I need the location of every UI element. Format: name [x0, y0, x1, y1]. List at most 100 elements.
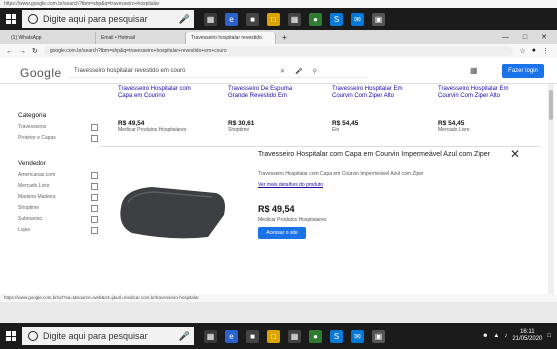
- product-store: Elo: [332, 127, 340, 133]
- start-button[interactable]: [0, 8, 22, 30]
- product-title[interactable]: Travesseiro Hospitalar Em Courvin Com Zi…: [332, 86, 414, 100]
- category-item[interactable]: Protetor e Capas: [18, 135, 98, 142]
- taskbar-bottom: Digite aqui para pesquisar 🎤 ▦ e ■ □ ▦ ●…: [0, 323, 557, 349]
- product-card[interactable]: Travesseiro De Espuma Grande Revestido E…: [228, 86, 310, 133]
- edge-icon[interactable]: e: [225, 12, 238, 26]
- seller-item[interactable]: Lojas: [18, 227, 98, 234]
- clock-date: 21/05/2020: [512, 336, 543, 342]
- address-bar: ← → ↻ google.com.br/search?tbm=shp&q=tra…: [0, 44, 557, 58]
- checkbox[interactable]: [91, 227, 98, 234]
- windows-icon: [6, 331, 16, 341]
- search-icon[interactable]: ⚲: [313, 68, 317, 75]
- google-search-input[interactable]: Travesseiro hospitalar revestido em cour…: [68, 64, 368, 78]
- back-icon[interactable]: ←: [6, 48, 13, 55]
- product-store: Shoptime: [228, 127, 250, 133]
- clock[interactable]: 16:11 21/05/2020: [512, 329, 542, 343]
- taskbar-apps: ▦ e ■ □ ▦ ● S ✉ ▣: [204, 12, 385, 26]
- maximize-icon[interactable]: □: [523, 32, 527, 44]
- tab-hotmail[interactable]: Email • Hotmail: [96, 32, 186, 44]
- panel-details-link[interactable]: Ver mais detalhes do produto: [258, 182, 323, 188]
- reload-icon[interactable]: ↻: [32, 47, 38, 55]
- windows-icon: [6, 14, 16, 24]
- checkbox[interactable]: [91, 183, 98, 190]
- product-card[interactable]: Travesseiro Hospitalar Em Courvin Com Zi…: [332, 86, 414, 133]
- checkbox[interactable]: [91, 172, 98, 179]
- start-button[interactable]: [0, 325, 22, 347]
- taskbar-search-input[interactable]: Digite aqui para pesquisar 🎤: [22, 10, 194, 28]
- checkbox[interactable]: [91, 135, 98, 142]
- minimize-icon[interactable]: —: [502, 32, 509, 44]
- product-price: R$ 30,61: [228, 120, 255, 127]
- account-icon[interactable]: ●: [532, 47, 536, 55]
- seller-list: Americanas.com Mercado Livre Madeira Mad…: [18, 172, 98, 238]
- seller-item[interactable]: Americanas.com: [18, 172, 98, 179]
- star-icon[interactable]: ☆: [519, 47, 525, 55]
- seller-item[interactable]: Mercado Livre: [18, 183, 98, 190]
- window-controls: — □ ✕: [502, 32, 557, 44]
- task-view-icon[interactable]: ▦: [204, 12, 217, 26]
- close-window-icon[interactable]: ✕: [541, 32, 547, 44]
- forward-icon[interactable]: →: [19, 48, 26, 55]
- mail-icon[interactable]: ✉: [351, 12, 364, 26]
- product-title[interactable]: Travesseiro Hospitalar Em Courvin Com Zi…: [438, 86, 520, 100]
- volume-icon[interactable]: ♪: [504, 333, 507, 339]
- checkbox[interactable]: [91, 216, 98, 223]
- checkbox[interactable]: [91, 194, 98, 201]
- search-tools: ✕ 🎤 ⚲: [280, 68, 317, 75]
- panel-title: Travesseiro Hospitalar com Capa em Courv…: [258, 151, 490, 158]
- microphone-icon[interactable]: 🎤: [179, 331, 190, 342]
- browser-tab-bar: (1) WhatsApp Email • Hotmail Travesseiro…: [0, 30, 557, 44]
- people-icon[interactable]: ☻: [482, 333, 488, 339]
- checkbox[interactable]: [91, 124, 98, 131]
- folder-icon[interactable]: □: [267, 12, 280, 26]
- skype-icon[interactable]: S: [330, 12, 343, 26]
- signin-button[interactable]: Fazer login: [502, 64, 544, 78]
- google-logo[interactable]: Google: [20, 66, 62, 80]
- taskbar-top: Digite aqui para pesquisar 🎤 ▦ e ■ □ ▦ ●…: [0, 8, 557, 30]
- store-icon[interactable]: ■: [246, 329, 259, 343]
- product-title[interactable]: Travesseiro De Espuma Grande Revestido E…: [228, 86, 310, 100]
- task-view-icon[interactable]: ▦: [204, 329, 217, 343]
- mic-icon[interactable]: 🎤: [295, 68, 302, 75]
- calculator-icon[interactable]: ▦: [288, 329, 301, 343]
- google-header: Google Travesseiro hospitalar revestido …: [0, 58, 557, 84]
- product-card[interactable]: Travesseiro Hospitalar Em Courvin Com Zi…: [438, 86, 520, 133]
- store-icon[interactable]: ■: [246, 12, 259, 26]
- product-title[interactable]: Travesseiro Hospitalar com Capa em Couri…: [118, 86, 200, 100]
- category-item[interactable]: Travesseiros: [18, 124, 98, 131]
- photos-icon[interactable]: ▣: [372, 12, 385, 26]
- network-icon[interactable]: ▲: [493, 333, 499, 339]
- menu-icon[interactable]: ⋮: [542, 47, 549, 55]
- mail-icon[interactable]: ✉: [351, 329, 364, 343]
- apps-grid-icon[interactable]: ▦: [470, 66, 478, 75]
- product-image[interactable]: [112, 181, 232, 243]
- close-icon[interactable]: ✕: [510, 147, 520, 161]
- clear-icon[interactable]: ✕: [280, 68, 285, 75]
- chrome-icon[interactable]: ●: [309, 12, 322, 26]
- tab-search[interactable]: Travesseiro hospitalar revestido: [186, 32, 276, 44]
- address-actions: ☆ ● ⋮: [519, 47, 557, 55]
- folder-icon[interactable]: □: [267, 329, 280, 343]
- new-tab-icon[interactable]: +: [276, 32, 293, 44]
- seller-item[interactable]: Submarino: [18, 216, 98, 223]
- notifications-icon[interactable]: □: [547, 333, 551, 339]
- edge-icon[interactable]: e: [225, 329, 238, 343]
- visit-site-button[interactable]: Acessar o site: [258, 227, 306, 239]
- product-detail-panel: Travesseiro Hospitalar com Capa em Courv…: [100, 146, 540, 294]
- calculator-icon[interactable]: ▦: [288, 12, 301, 26]
- seller-item[interactable]: Shoptime: [18, 205, 98, 212]
- product-price: R$ 54,45: [438, 120, 465, 127]
- product-card[interactable]: Travesseiro Hospitalar com Capa em Couri…: [118, 86, 200, 133]
- microphone-icon[interactable]: 🎤: [179, 14, 190, 25]
- skype-icon[interactable]: S: [330, 329, 343, 343]
- panel-store: Medicar Produtos Hospitalares: [258, 217, 327, 223]
- photos-icon[interactable]: ▣: [372, 329, 385, 343]
- scrollbar-thumb[interactable]: [549, 90, 553, 120]
- taskbar-search-input[interactable]: Digite aqui para pesquisar 🎤: [22, 327, 194, 345]
- seller-item[interactable]: Madeira Madeira: [18, 194, 98, 201]
- status-bar-url: https://www.google.com.br/url?sa=t&sourc…: [0, 294, 557, 302]
- chrome-icon[interactable]: ●: [309, 329, 322, 343]
- tab-whatsapp[interactable]: (1) WhatsApp: [6, 32, 96, 44]
- url-input[interactable]: google.com.br/search?tbm=shp&q=travessei…: [43, 46, 514, 56]
- checkbox[interactable]: [91, 205, 98, 212]
